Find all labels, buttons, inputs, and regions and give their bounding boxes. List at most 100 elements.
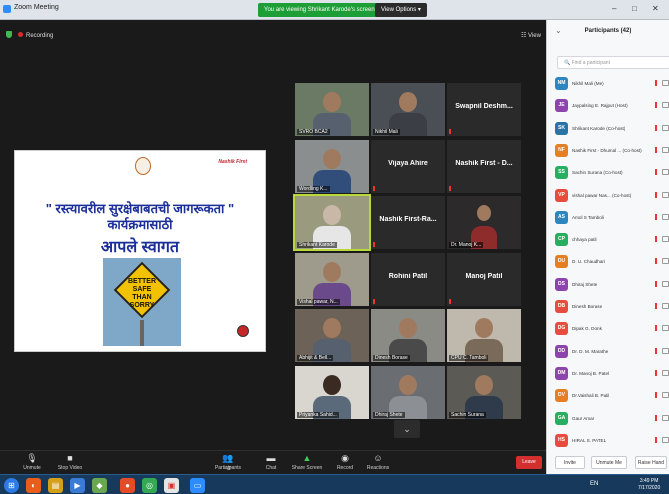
participant-row[interactable]: JE Jaypalsing E. Rajput (Host) — [547, 95, 669, 117]
stop-video-button[interactable]: ■ Stop Video — [48, 454, 92, 472]
participant-search-input[interactable]: 🔍 Find a participant — [557, 56, 669, 69]
video-off-icon[interactable] — [662, 191, 669, 198]
video-off-icon[interactable] — [662, 436, 669, 443]
video-off-icon[interactable] — [662, 325, 669, 332]
mic-muted-icon[interactable] — [655, 414, 657, 421]
video-off-icon[interactable] — [662, 169, 669, 176]
firefox-icon[interactable]: ◐ — [26, 478, 41, 493]
video-tile[interactable]: Rohini Patil — [371, 253, 445, 306]
participant-row[interactable]: DB Dinesh Borase — [547, 296, 669, 318]
video-tile[interactable]: Nashik First - D... — [447, 140, 521, 193]
photos-icon[interactable]: ▣ — [164, 478, 179, 493]
mic-muted-icon[interactable] — [655, 303, 657, 309]
participant-row[interactable]: DV Dr.Vaishali B. Patil — [547, 385, 669, 407]
mic-muted-icon — [449, 299, 451, 304]
video-off-icon[interactable] — [662, 146, 669, 153]
taskbar-clock[interactable]: 3:49 PM 7/17/2020 — [638, 478, 660, 492]
close-icon[interactable]: ✕ — [652, 4, 659, 13]
view-options-button[interactable]: View Options ▾ — [375, 3, 427, 17]
mic-muted-icon[interactable] — [655, 258, 657, 265]
mic-muted-icon[interactable] — [655, 347, 657, 354]
minimize-icon[interactable]: – — [612, 4, 616, 13]
video-tile[interactable]: Dinesh Borase — [371, 309, 445, 362]
video-off-icon[interactable] — [662, 236, 669, 243]
mic-muted-icon[interactable] — [655, 280, 657, 287]
mic-muted-icon[interactable] — [655, 124, 657, 131]
video-tile[interactable]: Nashik First-Ra... — [371, 196, 445, 249]
video-off-icon[interactable] — [662, 258, 669, 265]
title-bar: Zoom Meeting You are viewing Shrikant Ka… — [0, 0, 669, 20]
mic-muted-icon[interactable] — [655, 436, 657, 443]
video-tile[interactable]: Manoj Patil — [447, 253, 521, 306]
participant-row[interactable]: DD Dr. D. M. Marathe — [547, 341, 669, 363]
participant-row[interactable]: DS Dhiraj Shete — [547, 274, 669, 296]
maximize-icon[interactable]: □ — [632, 4, 637, 13]
invite-button[interactable]: Invite — [555, 456, 585, 469]
video-tile[interactable]: Abhijit & Bell... — [295, 309, 369, 362]
video-off-icon[interactable] — [662, 102, 669, 109]
video-tile[interactable]: Dr. Manoj K... — [447, 196, 521, 249]
unmute-me-button[interactable]: Unmute Me — [591, 456, 627, 469]
participant-row[interactable]: DG Dipak G. Donk — [547, 318, 669, 340]
video-tile[interactable]: Wordling K... — [295, 140, 369, 193]
media-icon[interactable]: ● — [120, 478, 135, 493]
video-off-icon[interactable] — [662, 369, 669, 376]
chevron-down-icon[interactable]: ⌄ — [394, 420, 420, 438]
view-button[interactable]: ☷ View — [521, 32, 541, 39]
video-tile[interactable]: CPU C. Tamboli — [447, 309, 521, 362]
mic-muted-icon[interactable] — [655, 236, 657, 243]
media-player-icon[interactable]: ▶ — [70, 478, 85, 493]
video-off-icon[interactable] — [662, 80, 669, 86]
mic-muted-icon[interactable] — [655, 392, 657, 399]
mic-muted-icon[interactable] — [655, 325, 657, 332]
video-off-icon[interactable] — [662, 303, 669, 309]
video-tile[interactable]: Swapnil Deshm... — [447, 83, 521, 136]
participant-row[interactable]: GA Gaur Amar — [547, 408, 669, 430]
video-tile[interactable]: SVRO BCA2 — [295, 83, 369, 136]
reactions-button[interactable]: ☺ Reactions — [356, 454, 400, 472]
mic-muted-icon[interactable] — [655, 102, 657, 109]
video-off-icon[interactable] — [662, 280, 669, 287]
participant-row[interactable]: HS HIRAL S. PATEL — [547, 430, 669, 452]
mic-muted-icon[interactable] — [655, 146, 657, 153]
participant-row[interactable]: NF Nashik First - Dhumal ... (Co-host) — [547, 140, 669, 162]
video-off-icon[interactable] — [662, 414, 669, 421]
video-tile[interactable]: Priyanka Sahid... — [295, 366, 369, 419]
mic-muted-icon[interactable] — [655, 191, 657, 198]
mic-muted-icon[interactable] — [655, 213, 657, 220]
folder-icon[interactable]: ▤ — [48, 478, 63, 493]
mic-muted-icon[interactable] — [655, 169, 657, 176]
participants-button[interactable]: 👥42 Participants — [206, 454, 250, 473]
video-off-icon[interactable] — [662, 347, 669, 354]
chrome-icon[interactable]: ◎ — [142, 478, 157, 493]
video-tile[interactable]: Nikhil Mali — [371, 83, 445, 136]
mic-muted-icon: 🎙 — [26, 453, 38, 463]
app-icon[interactable]: ◆ — [92, 478, 107, 493]
video-tile[interactable]: Dhiraj Shete — [371, 366, 445, 419]
start-button-icon[interactable]: ⊞ — [4, 478, 19, 493]
language-indicator[interactable]: EN — [590, 481, 598, 487]
video-tile[interactable]: Vijaya Ahire — [371, 140, 445, 193]
participant-row[interactable]: SK Shrikant Karode (Co-host) — [547, 118, 669, 140]
participant-row[interactable]: CP chhaya patil — [547, 229, 669, 251]
mic-muted-icon[interactable] — [655, 80, 657, 86]
zoom-taskbar-icon[interactable]: ▭ — [190, 478, 205, 493]
video-off-icon[interactable] — [662, 124, 669, 131]
participant-row[interactable]: DM Dr. Manoj B. Patel — [547, 363, 669, 385]
leave-button[interactable]: Leave — [516, 456, 542, 469]
chat-label: Chat — [265, 465, 277, 471]
video-tile[interactable]: Vishal pawar, N... — [295, 253, 369, 306]
video-off-icon[interactable] — [662, 213, 669, 220]
participant-row[interactable]: VP vishal pawar Nas... (Co-host) — [547, 185, 669, 207]
participant-row[interactable]: DU D. U. Chaudhari — [547, 251, 669, 273]
avatar: DM — [555, 366, 568, 380]
raise-hand-button[interactable]: Raise Hand — [635, 456, 667, 469]
security-shield-icon[interactable] — [6, 31, 12, 38]
participant-row[interactable]: AS Amol S Tamboli — [547, 207, 669, 229]
active-speaker-tile[interactable]: Shrikant Karode — [293, 194, 371, 251]
mic-muted-icon[interactable] — [655, 369, 657, 376]
video-tile[interactable]: Sachin Surana — [447, 366, 521, 419]
video-off-icon[interactable] — [662, 392, 669, 399]
participant-row[interactable]: SS Sachin Surana (Co-host) — [547, 162, 669, 184]
participant-row[interactable]: NM Nikhil Mali (Me) — [547, 73, 669, 95]
